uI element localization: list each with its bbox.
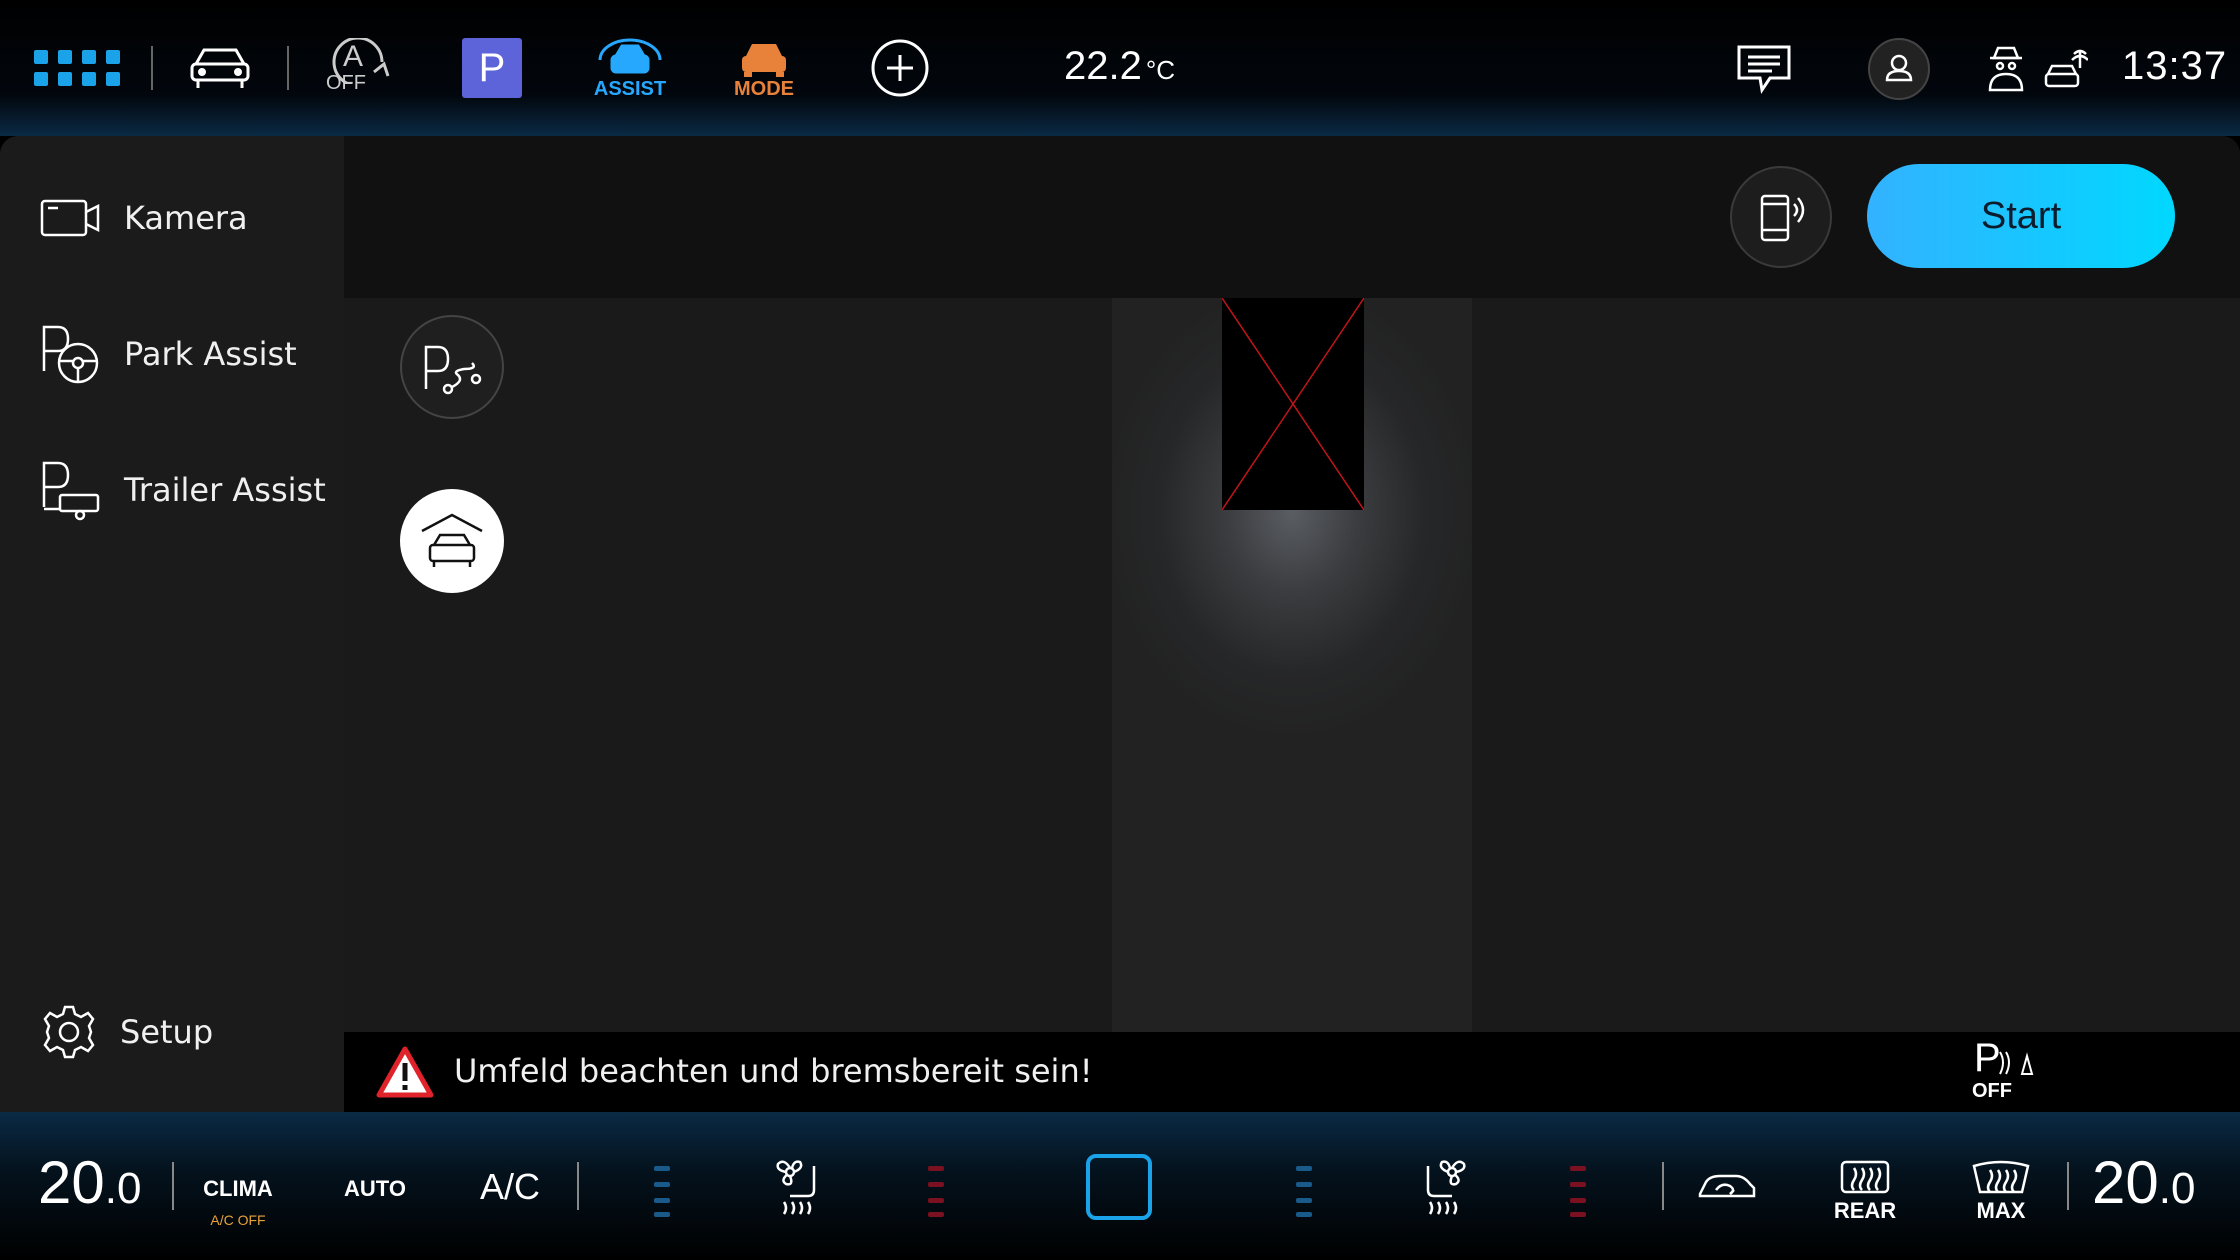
sidebar-item-kamera[interactable]: Kamera bbox=[40, 178, 330, 258]
left-seat-ventilation-icon[interactable] bbox=[770, 1156, 830, 1218]
left-heat-level-indicator bbox=[928, 1166, 944, 1217]
divider bbox=[172, 1162, 174, 1210]
auto-button[interactable]: AUTO bbox=[340, 1176, 410, 1202]
park-maneuver-icon bbox=[424, 345, 482, 395]
garage-park-button[interactable] bbox=[400, 489, 504, 593]
sensor-waves-icon bbox=[1999, 1051, 2034, 1075]
sidebar-item-trailer-assist[interactable]: Trailer Assist bbox=[40, 450, 330, 530]
park-sensor-off-label: OFF bbox=[1972, 1080, 2012, 1102]
user-icon bbox=[1885, 54, 1913, 82]
ac-button[interactable]: A/C bbox=[470, 1166, 550, 1208]
rear-defrost-button[interactable]: REAR bbox=[1830, 1158, 1900, 1234]
gear-icon bbox=[43, 1005, 95, 1059]
privacy-icon[interactable] bbox=[1986, 44, 2026, 94]
warning-triangle-icon bbox=[376, 1046, 434, 1098]
apps-grid-icon[interactable] bbox=[32, 48, 122, 88]
connected-car-icon[interactable] bbox=[2044, 44, 2089, 94]
parking-view: Start Umfeld beachten und bremsbereit se… bbox=[344, 136, 2240, 1112]
mode-label: MODE bbox=[734, 78, 794, 100]
user-profile-button[interactable] bbox=[1868, 38, 1930, 100]
warning-text: Umfeld beachten und bremsbereit sein! bbox=[454, 1052, 1093, 1090]
clima-button[interactable]: CLIMA bbox=[198, 1176, 278, 1202]
temperature-unit: °C bbox=[1145, 55, 1176, 85]
parking-button[interactable]: P bbox=[462, 38, 522, 98]
vehicle-icon[interactable] bbox=[188, 42, 252, 90]
divider bbox=[2067, 1162, 2069, 1210]
clock: 13:37 bbox=[2122, 44, 2228, 88]
rear-defrost-icon bbox=[1840, 1160, 1890, 1194]
remote-park-button[interactable] bbox=[1730, 166, 1832, 268]
max-label: MAX bbox=[1976, 1198, 2026, 1223]
top-status-bar: A OFF P ASSIST MODE 22.2 °C 13:37 bbox=[0, 0, 2240, 136]
park-assist-icon bbox=[42, 325, 99, 384]
max-defrost-button[interactable]: MAX bbox=[1966, 1158, 2036, 1234]
sidebar-item-label: Park Assist bbox=[124, 335, 297, 373]
climate-center-button[interactable] bbox=[1086, 1154, 1152, 1220]
right-fan-level-indicator bbox=[1296, 1166, 1312, 1217]
park-sensor-off-button[interactable]: P OFF bbox=[1972, 1036, 2036, 1106]
trailer-assist-icon bbox=[42, 461, 100, 521]
right-heat-level-indicator bbox=[1570, 1166, 1586, 1217]
left-temperature[interactable]: 20.0 bbox=[38, 1148, 141, 1217]
left-temp-decimal: .0 bbox=[104, 1164, 142, 1213]
assist-button[interactable]: ASSIST bbox=[590, 38, 670, 102]
divider bbox=[577, 1162, 579, 1210]
add-icon[interactable] bbox=[870, 38, 930, 98]
auto-hold-letter: A bbox=[343, 40, 364, 73]
divider bbox=[1662, 1162, 1664, 1210]
outside-temperature: 22.2 °C bbox=[1064, 44, 1175, 89]
smartphone-signal-icon bbox=[1760, 194, 1805, 242]
park-steer-mode-button[interactable] bbox=[400, 315, 504, 419]
camera-icon bbox=[40, 199, 100, 237]
broken-image-icon bbox=[1221, 297, 1365, 511]
warning-bar: Umfeld beachten und bremsbereit sein! P … bbox=[344, 1032, 2240, 1112]
auto-hold-button[interactable]: A OFF bbox=[324, 36, 390, 98]
divider bbox=[151, 46, 153, 90]
garage-icon bbox=[421, 513, 483, 567]
assist-label: ASSIST bbox=[593, 78, 667, 100]
messages-icon[interactable] bbox=[1736, 44, 1792, 94]
start-button[interactable]: Start bbox=[1867, 164, 2175, 268]
right-seat-ventilation-icon[interactable] bbox=[1412, 1156, 1472, 1218]
left-temp-integer: 20 bbox=[38, 1149, 105, 1216]
sidebar-item-park-assist[interactable]: Park Assist bbox=[40, 314, 330, 394]
divider bbox=[287, 46, 289, 90]
windshield-defrost-icon bbox=[1972, 1160, 2030, 1194]
setup-label: Setup bbox=[120, 1013, 214, 1051]
auto-hold-off-label: OFF bbox=[326, 72, 366, 94]
sidebar-item-setup[interactable]: Setup bbox=[40, 992, 330, 1072]
climate-bar: 20.0 CLIMA A/C OFF AUTO A/C REAR MAX 20.… bbox=[0, 1112, 2240, 1260]
drive-mode-button[interactable]: MODE bbox=[724, 38, 804, 102]
vehicle-image-placeholder bbox=[1221, 297, 1365, 511]
right-temperature[interactable]: 20.0 bbox=[2092, 1148, 2195, 1217]
sidebar: Kamera Park Assist Trailer Assist Setup bbox=[0, 136, 344, 1112]
ac-status-label: A/C OFF bbox=[210, 1212, 266, 1228]
left-fan-level-indicator bbox=[654, 1166, 670, 1217]
sidebar-item-label: Kamera bbox=[124, 199, 248, 237]
rear-label: REAR bbox=[1833, 1198, 1897, 1223]
right-temp-decimal: .0 bbox=[2158, 1164, 2196, 1213]
air-recirculation-icon[interactable] bbox=[1696, 1170, 1758, 1204]
sidebar-item-label: Trailer Assist bbox=[124, 471, 326, 509]
outside-temperature-value: 22.2 bbox=[1064, 44, 1142, 88]
right-temp-integer: 20 bbox=[2092, 1149, 2159, 1216]
